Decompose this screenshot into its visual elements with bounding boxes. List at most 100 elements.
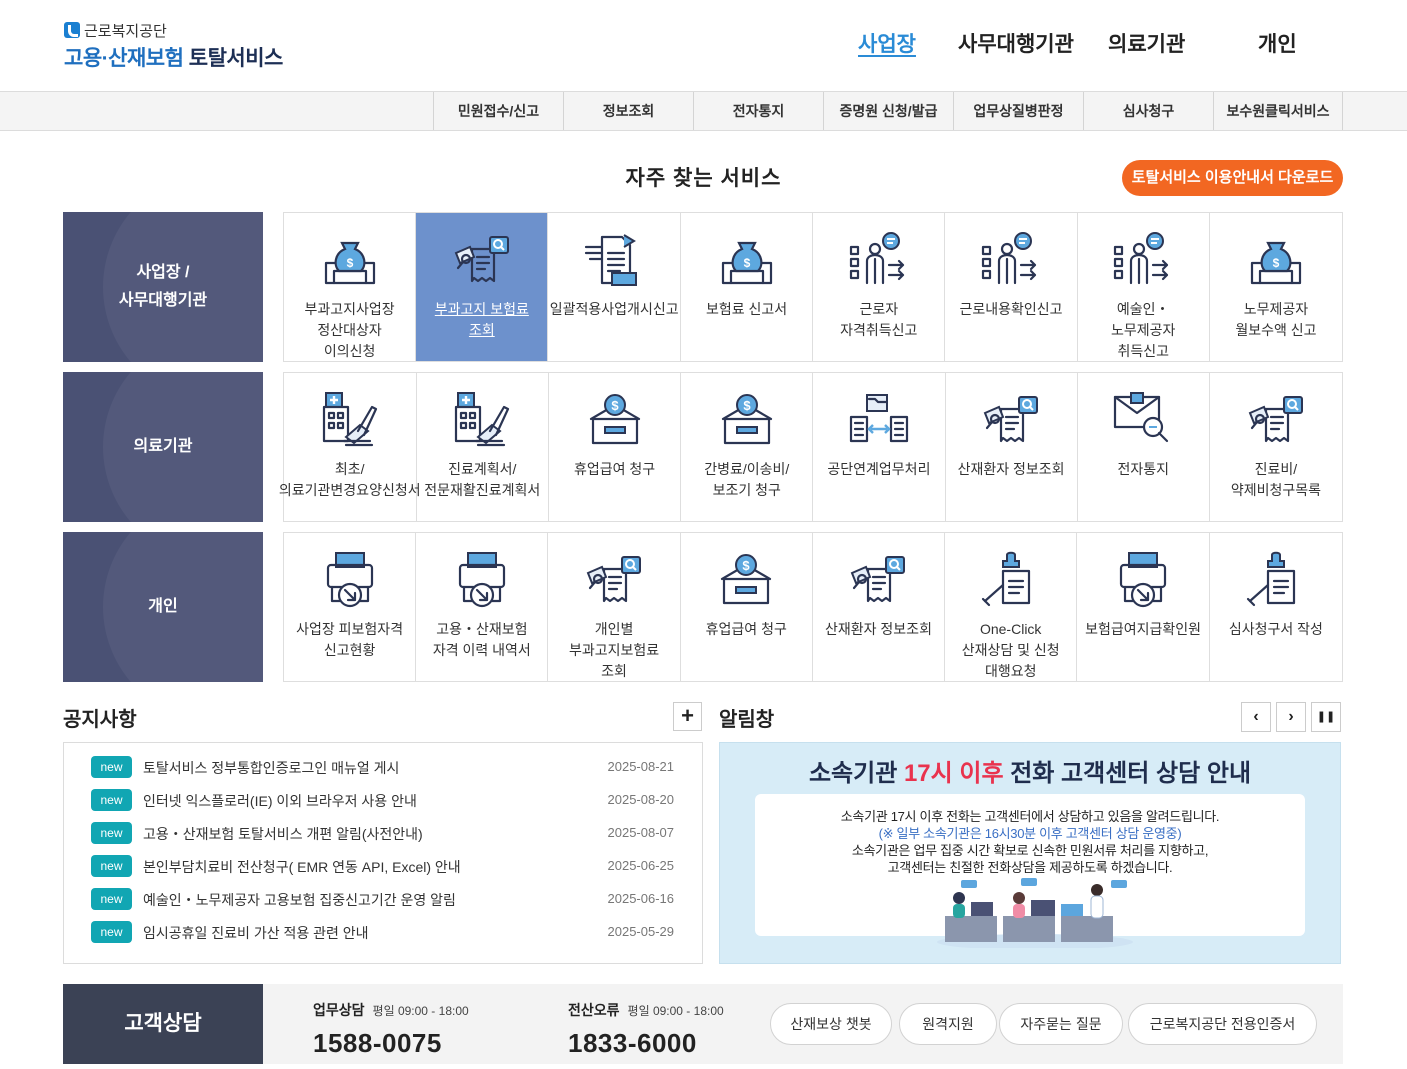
service-item[interactable]: 예술인・노무제공자 취득신고 [1078,213,1210,361]
service-item[interactable]: 근로자 자격취득신고 [813,213,946,361]
service-item[interactable]: 산재환자 정보조회 [813,533,946,681]
service-item[interactable]: 부과고지 보험료 조회 [416,213,549,361]
service-item[interactable]: $ 휴업급여 청구 [549,373,682,521]
notice-date: 2025-06-25 [607,858,675,873]
service-item[interactable]: 보험급여지급확인원 [1077,533,1210,681]
service-item[interactable]: 전자통지 [1078,373,1210,521]
subnav-certificate[interactable]: 증명원 신청/발급 [823,92,953,130]
subnav-review-request[interactable]: 심사청구 [1083,92,1213,130]
subnav-disease-judgment[interactable]: 업무상질병판정 [953,92,1083,130]
service-item[interactable]: 최초/의료기관변경요양신청서 [279,373,421,521]
contact-phone[interactable]: 1833-6000 [568,1028,724,1059]
service-item[interactable]: $ 휴업급여 청구 [681,533,813,681]
subnav-info-lookup[interactable]: 정보조회 [563,92,693,130]
service-item-label[interactable]: 진료계획서/전문재활진료계획서 [416,459,548,501]
notice-date: 2025-08-07 [607,825,675,840]
service-item[interactable]: 고용・산재보험 자격 이력 내역서 [416,533,549,681]
service-item-label[interactable]: 부과고지 보험료 조회 [416,299,547,341]
service-item[interactable]: 근로내용확인신고 [945,213,1078,361]
topnav-agency[interactable]: 사무대행기관 [958,28,1074,58]
service-item-label[interactable]: 근로자 자격취득신고 [813,299,944,341]
new-badge: new [91,789,132,811]
remote-support-button[interactable]: 원격지원 [899,1003,997,1045]
service-item-label[interactable]: 휴업급여 청구 [566,459,663,480]
pause-slide-button[interactable]: ❚❚ [1311,702,1341,732]
notice-item[interactable]: new 임시공휴일 진료비 가산 적용 관련 안내 2025-05-29 [64,921,702,954]
service-item-label[interactable]: 간병료/이송비/보조기 청구 [681,459,812,501]
person-chat-icon [1111,229,1175,291]
service-item-label[interactable]: 보험료 신고서 [698,299,795,320]
service-item[interactable]: $ 노무제공자 월보수액 신고 [1210,213,1342,361]
service-item-label[interactable]: One-Click 산재상담 및 신청 대행요청 [945,619,1076,682]
certificate-button[interactable]: 근로복지공단 전용인증서 [1128,1003,1317,1045]
service-item-label[interactable]: 최초/의료기관변경요양신청서 [271,459,429,501]
next-slide-button[interactable]: › [1276,702,1306,732]
contact-phone[interactable]: 1588-0075 [313,1028,469,1059]
service-item[interactable]: 산재환자 정보조회 [946,373,1078,521]
notice-text[interactable]: 임시공휴일 진료비 가산 적용 관련 안내 [143,923,369,943]
notice-text[interactable]: 본인부담치료비 전산청구( EMR 연동 API, Excel) 안내 [143,857,461,877]
service-item[interactable]: $ 보험료 신고서 [681,213,814,361]
service-item-label[interactable]: 노무제공자 월보수액 신고 [1210,299,1342,341]
notice-text[interactable]: 인터넷 익스플로러(IE) 이외 브라우저 사용 안내 [143,791,417,811]
notice-more-button[interactable]: + [673,702,702,731]
service-item[interactable]: 진료비/약제비청구목록 [1210,373,1342,521]
service-item-label[interactable]: 전자통지 [1110,459,1178,480]
chatbot-button[interactable]: 산재보상 챗봇 [770,1003,892,1045]
service-item[interactable]: 심사청구서 작성 [1210,533,1342,681]
service-item-label[interactable]: 부과고지사업장 정산대상자 이의신청 [284,299,415,362]
banner-title-emphasis: 17시 이후 [903,760,1004,787]
service-item-label[interactable]: 공단연계업무처리 [819,459,938,480]
faq-button[interactable]: 자주묻는 질문 [999,1003,1123,1045]
banner-title-post: 전화 고객센터 상담 안내 [1003,760,1252,787]
notice-item[interactable]: new 예술인・노무제공자 고용보험 집중신고기간 운영 알림 2025-06-… [64,888,702,921]
service-item-label[interactable]: 예술인・노무제공자 취득신고 [1078,299,1209,362]
service-item-label[interactable]: 산재환자 정보조회 [817,619,940,640]
svg-text:$: $ [743,256,750,270]
notice-text[interactable]: 토탈서비스 정부통합인증로그인 매뉴얼 게시 [143,758,399,778]
alert-banner[interactable]: 소속기관 17시 이후 전화 고객센터 상담 안내 소속기관 17시 이후 전화… [719,742,1341,964]
notice-list: new 토탈서비스 정부통합인증로그인 매뉴얼 게시 2025-08-21 ne… [63,742,703,964]
service-item[interactable]: $ 부과고지사업장 정산대상자 이의신청 [284,213,417,362]
service-item-label[interactable]: 산재환자 정보조회 [950,459,1073,480]
service-item[interactable]: 공단연계업무처리 [813,373,946,521]
notice-item[interactable]: new 토탈서비스 정부통합인증로그인 매뉴얼 게시 2025-08-21 [64,756,702,789]
service-item[interactable]: 진료계획서/전문재활진료계획서 [416,373,549,521]
notice-item[interactable]: new 인터넷 익스플로러(IE) 이외 브라우저 사용 안내 2025-08-… [64,789,702,822]
printer-download-icon [1111,549,1175,611]
notice-item[interactable]: new 본인부담치료비 전산청구( EMR 연동 API, Excel) 안내 … [64,855,702,888]
notice-date: 2025-06-16 [607,891,675,906]
topnav-medical[interactable]: 의료기관 [1108,28,1185,58]
service-item-label[interactable]: 심사청구서 작성 [1221,619,1331,640]
notice-text[interactable]: 고용・산재보험 토탈서비스 개편 알림(사전안내) [143,824,423,844]
subnav-application[interactable]: 민원접수/신고 [433,92,563,130]
service-item[interactable]: One-Click 산재상담 및 신청 대행요청 [945,533,1078,682]
service-item-label[interactable]: 진료비/약제비청구목록 [1210,459,1342,501]
service-item-label[interactable]: 사업장 피보험자격 신고현황 [284,619,415,661]
topnav-personal[interactable]: 개인 [1258,28,1297,58]
notice-item[interactable]: new 고용・산재보험 토탈서비스 개편 알림(사전안내) 2025-08-07 [64,822,702,855]
service-item-label[interactable]: 일괄적용사업개시신고 [542,299,687,320]
notice-text[interactable]: 예술인・노무제공자 고용보험 집중신고기간 운영 알림 [143,890,456,910]
subnav-e-notice[interactable]: 전자통지 [693,92,823,130]
service-item-label[interactable]: 근로내용확인신고 [951,299,1070,320]
stamp-document-icon [1244,549,1308,611]
service-item[interactable]: 사업장 피보험자격 신고현황 [284,533,417,681]
service-item[interactable]: 개인별 부과고지보험료 조회 [548,533,681,682]
contact-hours: 평일 09:00 - 18:00 [372,1004,469,1018]
sub-navigation: 민원접수/신고 정보조회 전자통지 증명원 신청/발급 업무상질병판정 심사청구… [0,91,1407,131]
service-item[interactable]: $ 간병료/이송비/보조기 청구 [681,373,814,521]
banner-title-pre: 소속기관 [808,760,904,787]
service-item[interactable]: 일괄적용사업개시신고 [548,213,681,361]
service-item-label[interactable]: 보험급여지급확인원 [1077,619,1209,640]
printer-download-icon [318,549,382,611]
topnav-business[interactable]: 사업장 [858,28,916,58]
service-item-label[interactable]: 휴업급여 청구 [698,619,795,640]
svg-text:$: $ [743,558,751,573]
subnav-one-click-pay[interactable]: 보수원클릭서비스 [1213,92,1343,130]
service-item-label[interactable]: 개인별 부과고지보험료 조회 [548,619,679,682]
prev-slide-button[interactable]: ‹ [1241,702,1271,732]
contact-work: 업무상담 평일 09:00 - 18:00 1588-0075 [313,1000,469,1059]
guide-download-button[interactable]: 토탈서비스 이용안내서 다운로드 [1122,160,1343,196]
service-item-label[interactable]: 고용・산재보험 자격 이력 내역서 [416,619,547,661]
